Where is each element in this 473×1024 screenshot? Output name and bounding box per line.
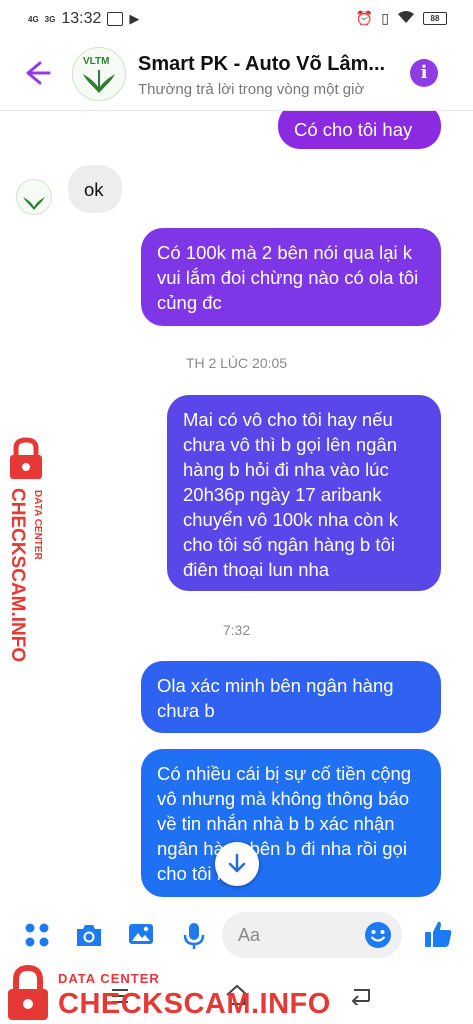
contact-name: Smart PK - Auto Võ Lâm... xyxy=(138,53,386,75)
message-bubble-out[interactable]: Có cho tôi hay xyxy=(278,111,441,149)
message-bubble-out[interactable]: Có nhiều cái bị sự cố tiền cộng vô nhưng… xyxy=(141,749,441,897)
info-icon[interactable]: i xyxy=(410,59,438,87)
watermark-sub-text: DATA CENTER xyxy=(32,490,43,560)
avatar-text: VLTM xyxy=(83,56,110,67)
message-bubble-out[interactable]: Có 100k mà 2 bên nói qua lại k vui lắm đ… xyxy=(141,228,441,326)
play-icon: ▶ xyxy=(129,11,140,26)
contact-status: Thường trả lời trong vòng một giờ xyxy=(138,81,365,98)
scroll-down-button[interactable] xyxy=(215,842,259,886)
back-arrow-icon[interactable] xyxy=(22,58,52,88)
camera-icon[interactable] xyxy=(74,921,104,951)
notification-icon xyxy=(107,12,124,26)
alarm-icon: ⏰ xyxy=(355,10,374,26)
message-bubble-out[interactable]: Mai có vô cho tôi hay nếu chưa vô thì b … xyxy=(167,395,441,591)
message-bubble-out[interactable]: Ola xác minh bên ngân hàng chưa b xyxy=(141,661,441,733)
lock-icon xyxy=(10,437,42,479)
battery-icon: 88 xyxy=(423,12,447,25)
emoji-icon[interactable] xyxy=(364,921,394,951)
wifi-icon xyxy=(397,10,415,27)
watermark-bottom-sub: DATA CENTER xyxy=(58,971,160,986)
back-nav-icon[interactable] xyxy=(349,985,373,1005)
timestamp: 7:32 xyxy=(222,622,251,638)
microphone-icon[interactable] xyxy=(180,921,210,951)
message-list[interactable]: Có cho tôi hay ok Có 100k mà 2 bên nói q… xyxy=(0,111,473,901)
network-indicator-2: 3G xyxy=(44,14,56,24)
chat-header: VLTM Smart PK - Auto Võ Lâm... Thường tr… xyxy=(0,36,473,111)
message-bubble-in[interactable]: ok xyxy=(68,165,122,213)
apps-grid-icon[interactable] xyxy=(24,922,54,952)
gallery-icon[interactable] xyxy=(127,921,157,951)
watermark-bottom-main: CHECKSCAM.INFO xyxy=(58,988,331,1020)
lock-icon xyxy=(8,964,48,1020)
status-time: 13:32 xyxy=(61,10,102,27)
watermark-main-text: CHECKSCAM.INFO xyxy=(7,488,28,663)
network-indicator-1: 4G xyxy=(28,14,39,24)
status-bar: 4G 3G 13:32 ▶ ⏰ ▯ 88 xyxy=(0,0,473,36)
contact-avatar-small xyxy=(16,179,52,215)
contact-avatar[interactable]: VLTM xyxy=(72,47,126,101)
timestamp: TH 2 LÚC 20:05 xyxy=(185,355,288,371)
vibrate-icon: ▯ xyxy=(381,10,389,26)
like-icon[interactable] xyxy=(422,918,452,948)
message-input-placeholder: Aa xyxy=(238,925,261,945)
